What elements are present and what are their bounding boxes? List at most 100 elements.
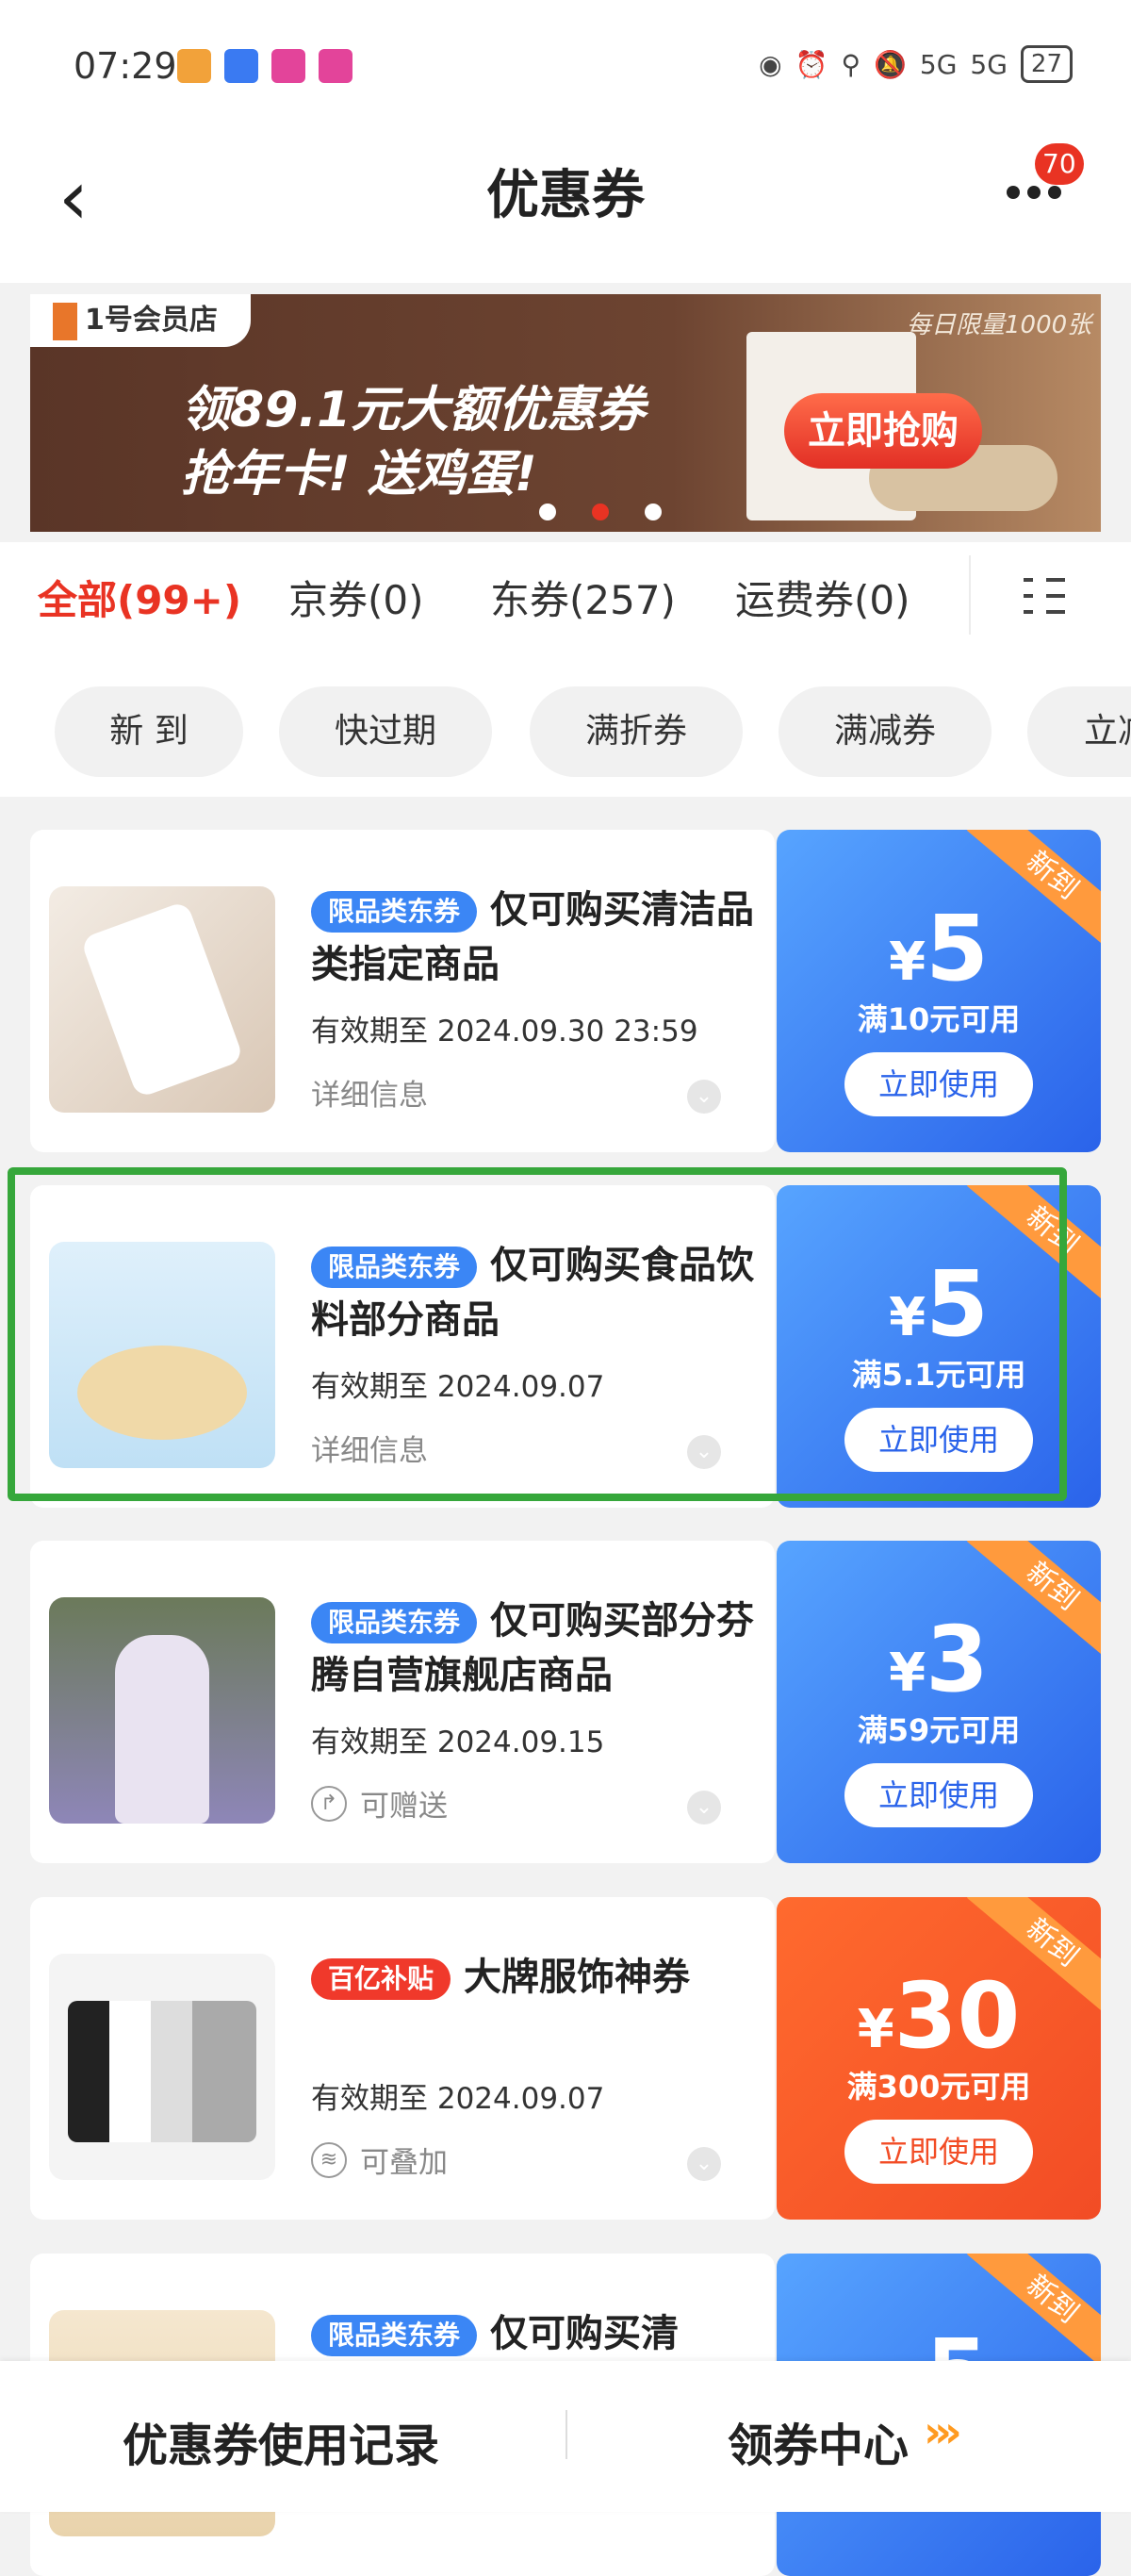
eye-icon: ◉ xyxy=(759,48,782,80)
store-logo: 1号会员店 xyxy=(30,294,251,347)
footer-divider xyxy=(566,2410,567,2459)
triple-chevron-right-icon: ››› xyxy=(924,2406,962,2457)
coupon-tag: 限品类东券 xyxy=(311,2315,478,2356)
promo-banner[interactable]: 1号会员店 每日限量1000张 领89.1元大额优惠券 抢年卡! 送鸡蛋! 立即… xyxy=(30,294,1101,532)
coupon-condition: 满5.1元可用 xyxy=(851,1357,1026,1393)
tab-all[interactable]: 全部(99+) xyxy=(38,569,241,626)
filter-chips: 新 到 快过期 满折券 满减券 立减 xyxy=(0,660,1131,797)
banner-headline: 领89.1元大额优惠券 xyxy=(181,382,646,438)
use-now-button[interactable]: 立即使用 xyxy=(844,2120,1033,2184)
app-notification-icon xyxy=(271,49,305,83)
coupon-card[interactable]: 限品类东券 仅可购买清洁品类指定商品 有效期至 2024.09.30 23:59 … xyxy=(30,830,1101,1152)
coupon-card[interactable]: 限品类东券 仅可购买食品饮料部分商品 有效期至 2024.09.07 详细信息 ⌄… xyxy=(30,1185,1101,1508)
chevron-down-icon[interactable]: ⌄ xyxy=(687,1435,721,1469)
coupon-detail[interactable]: 详细信息 xyxy=(311,1427,428,1469)
coupon-expiry: 有效期至 2024.09.07 xyxy=(311,1370,605,1404)
share-icon: ↱ xyxy=(311,1785,347,1822)
coupon-title: 限品类东券 仅可购买食品饮料部分商品 xyxy=(311,1238,754,1347)
location-icon: ⚲ xyxy=(841,48,861,80)
coupon-condition: 满10元可用 xyxy=(857,1001,1021,1037)
nav-bar: ‹ 优惠券 70 xyxy=(0,132,1131,283)
list-view-icon[interactable] xyxy=(1024,578,1065,616)
stackable-label: 可叠加 xyxy=(360,2146,448,2180)
coupon-title: 限品类东券 仅可购买清洁品类指定商品 xyxy=(311,883,754,992)
coupon-card[interactable]: 百亿补贴 大牌服饰神券 有效期至 2024.09.07 ≋ 可叠加 ⌄ 新到 ¥30… xyxy=(30,1897,1101,2220)
coupon-expiry: 有效期至 2024.09.07 xyxy=(311,2082,605,2116)
system-icons: ◉ ⏰ ⚲ 🔕 5G 5G 27 xyxy=(759,45,1073,83)
product-thumbnail xyxy=(49,886,275,1113)
coupon-amount: ¥5 xyxy=(889,1251,989,1357)
product-thumbnail xyxy=(49,1597,275,1824)
status-bar: 07:29 ◉ ⏰ ⚲ 🔕 5G 5G 27 xyxy=(0,0,1131,132)
mute-icon: 🔕 xyxy=(874,48,907,80)
tab-shipping-coupon[interactable]: 运费券(0) xyxy=(735,569,910,626)
chevron-down-icon[interactable]: ⌄ xyxy=(687,2147,721,2181)
signal-icon: 5G xyxy=(919,48,958,80)
coupon-type-tabs: 全部(99+) 京券(0) 东券(257) 运费券(0) xyxy=(0,542,1131,660)
coupon-condition: 满300元可用 xyxy=(846,2069,1031,2105)
coupon-history-button[interactable]: 优惠券使用记录 xyxy=(123,2408,439,2474)
signal-icon-2: 5G xyxy=(970,48,1008,80)
use-now-button[interactable]: 立即使用 xyxy=(844,1763,1033,1827)
banner-subheadline: 抢年卡! 送鸡蛋! xyxy=(181,446,537,503)
coupon-expiry: 有效期至 2024.09.15 xyxy=(311,1726,605,1759)
battery-icon: 27 xyxy=(1020,45,1073,83)
coupon-value-panel: 新到 ¥30 满300元可用 立即使用 xyxy=(777,1897,1101,2220)
coupon-info: 限品类东券 仅可购买清洁品类指定商品 有效期至 2024.09.30 23:59 … xyxy=(30,830,775,1152)
coupon-tag: 限品类东券 xyxy=(311,891,478,933)
coupon-value-panel: 新到 ¥5 满10元可用 立即使用 xyxy=(777,830,1101,1152)
coupon-value-panel: 新到 ¥3 满59元可用 立即使用 xyxy=(777,1541,1101,1863)
app-notification-icon xyxy=(177,49,211,83)
alarm-icon: ⏰ xyxy=(795,48,828,80)
chip-expiring[interactable]: 快过期 xyxy=(279,686,492,777)
chevron-down-icon[interactable]: ⌄ xyxy=(687,1080,721,1114)
notification-icons xyxy=(177,49,352,83)
product-thumbnail xyxy=(49,1954,275,2180)
coupon-tag: 限品类东券 xyxy=(311,1602,478,1643)
banner-grab-button[interactable]: 立即抢购 xyxy=(784,393,982,469)
chip-reduction[interactable]: 满减券 xyxy=(779,686,992,777)
coupon-tag: 限品类东券 xyxy=(311,1247,478,1288)
detail-label: 详细信息 xyxy=(311,1434,428,1468)
bottom-bar: 优惠券使用记录 领券中心 ››› xyxy=(0,2361,1131,2512)
product-thumbnail xyxy=(49,1242,275,1468)
coupon-title: 百亿补贴 大牌服饰神券 xyxy=(311,1950,754,2005)
coupon-condition: 满59元可用 xyxy=(857,1712,1021,1748)
coupon-title: 限品类东券 仅可购买清 xyxy=(311,2306,754,2361)
use-now-button[interactable]: 立即使用 xyxy=(844,1052,1033,1116)
coupon-title-text: 仅可购买清 xyxy=(490,2312,680,2355)
tab-jd-coupon[interactable]: 京券(0) xyxy=(288,569,424,626)
chip-instant[interactable]: 立减 xyxy=(1027,686,1131,777)
coupon-amount: ¥5 xyxy=(889,896,989,1001)
app-notification-icon xyxy=(224,49,258,83)
tab-dong-coupon[interactable]: 东券(257) xyxy=(490,569,676,626)
chip-discount[interactable]: 满折券 xyxy=(530,686,743,777)
notification-badge: 70 xyxy=(1035,143,1084,185)
more-menu-icon[interactable] xyxy=(1007,185,1073,213)
coupon-center-button[interactable]: 领券中心 xyxy=(728,2408,909,2474)
coupon-stackable[interactable]: ≋ 可叠加 xyxy=(311,2138,448,2181)
gift-label: 可赠送 xyxy=(360,1790,448,1824)
use-now-button[interactable]: 立即使用 xyxy=(844,1408,1033,1472)
coupon-info: 限品类东券 仅可购买食品饮料部分商品 有效期至 2024.09.07 详细信息 ⌄ xyxy=(30,1185,775,1508)
chevron-down-icon[interactable]: ⌄ xyxy=(687,1791,721,1825)
coupon-gift[interactable]: ↱ 可赠送 xyxy=(311,1782,448,1825)
coupon-info: 百亿补贴 大牌服饰神券 有效期至 2024.09.07 ≋ 可叠加 ⌄ xyxy=(30,1897,775,2220)
carousel-dots xyxy=(539,504,662,520)
coupon-amount: ¥30 xyxy=(857,1963,1021,2069)
coupon-title-text: 大牌服饰神券 xyxy=(464,1956,691,1999)
coupon-title: 限品类东券 仅可购买部分芬腾自营旗舰店商品 xyxy=(311,1593,754,1703)
tab-divider xyxy=(969,555,971,635)
coupon-value-panel: 新到 ¥5 满5.1元可用 立即使用 xyxy=(777,1185,1101,1508)
detail-label: 详细信息 xyxy=(311,1079,428,1113)
stack-icon: ≋ xyxy=(311,2141,347,2178)
coupon-info: 限品类东券 仅可购买部分芬腾自营旗舰店商品 有效期至 2024.09.15 ↱ 可赠… xyxy=(30,1541,775,1863)
coupon-card[interactable]: 限品类东券 仅可购买部分芬腾自营旗舰店商品 有效期至 2024.09.15 ↱ 可赠… xyxy=(30,1541,1101,1863)
banner-limit-text: 每日限量1000张 xyxy=(907,311,1092,339)
page-title: 优惠券 xyxy=(486,165,645,226)
coupon-tag: 百亿补贴 xyxy=(311,1958,451,2000)
store-name: 1号会员店 xyxy=(85,304,218,337)
chip-new[interactable]: 新 到 xyxy=(55,686,243,777)
coupon-expiry: 有效期至 2024.09.30 23:59 xyxy=(311,1015,698,1049)
coupon-detail[interactable]: 详细信息 xyxy=(311,1071,428,1114)
